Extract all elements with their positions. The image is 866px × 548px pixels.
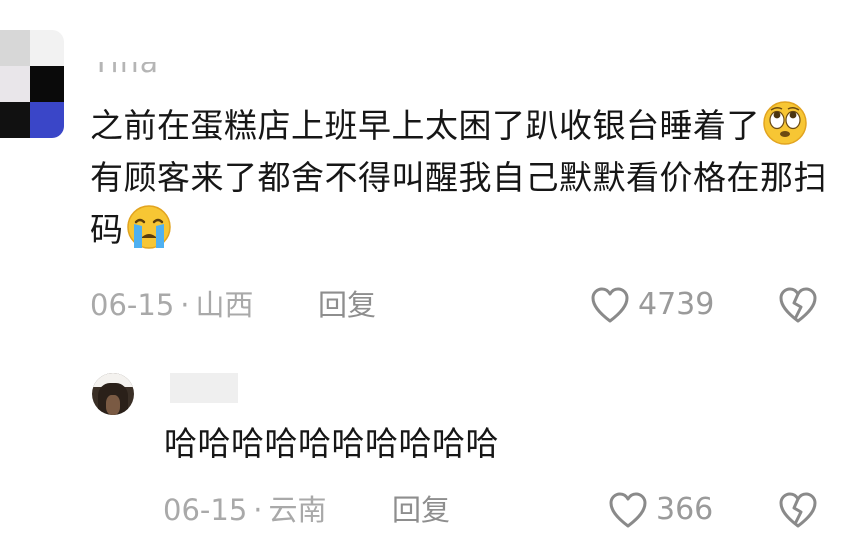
meta-separator: ·	[253, 493, 263, 527]
heart-icon[interactable]	[608, 491, 648, 529]
rolling-eyes-emoji-icon	[763, 101, 807, 145]
reply-button[interactable]: 回复	[318, 287, 376, 323]
username-text: Tina	[92, 62, 160, 80]
comment-text-part-1: 之前在蛋糕店上班早上太困了趴收银台睡着了	[90, 106, 760, 145]
avatar[interactable]	[0, 30, 64, 138]
comment-text: 之前在蛋糕店上班早上太困了趴收银台睡着了 有顾客来了都舍不得叫醒我自己默默看价格…	[90, 100, 830, 256]
reply-username-redacted[interactable]	[170, 373, 238, 403]
reply-text: 哈哈哈哈哈哈哈哈哈哈	[164, 424, 499, 463]
broken-heart-icon[interactable]	[778, 286, 818, 324]
reply-location: 云南	[268, 493, 327, 527]
comment-date: 06-15	[90, 288, 175, 322]
reply-meta: 06-15 · 云南	[163, 492, 327, 528]
meta-separator: ·	[180, 288, 190, 322]
reply-avatar[interactable]	[92, 373, 134, 415]
reply-reply-button[interactable]: 回复	[392, 492, 450, 528]
broken-heart-icon[interactable]	[778, 491, 818, 529]
comment-username[interactable]: Tina	[92, 62, 192, 84]
like-count: 4739	[638, 287, 715, 322]
reply-like-count: 366	[656, 492, 714, 527]
heart-icon[interactable]	[590, 286, 630, 324]
reply-date: 06-15	[163, 493, 248, 527]
comment-location: 山西	[195, 288, 254, 322]
crying-emoji-icon	[126, 205, 171, 249]
comment-meta: 06-15 · 山西	[90, 287, 254, 323]
comment-text-part-2: 有顾客来了都舍不得叫醒我自己默默看价格在那扫码	[90, 158, 827, 249]
